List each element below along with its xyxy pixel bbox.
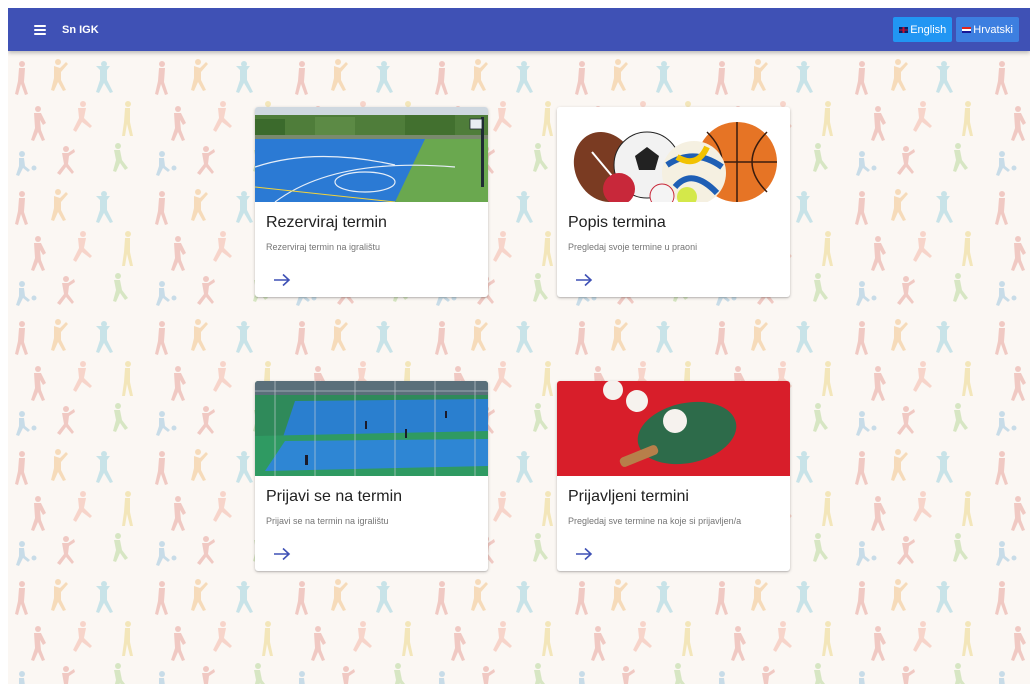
uk-flag-icon bbox=[899, 26, 909, 33]
arrow-right-icon[interactable] bbox=[575, 273, 593, 287]
language-button-croatian[interactable]: Hrvatski bbox=[956, 17, 1019, 42]
app-title: Sn IGK bbox=[62, 23, 99, 36]
arrow-right-icon[interactable] bbox=[575, 547, 593, 561]
app-bar: Sn IGK English Hrvatski bbox=[8, 8, 1030, 51]
hamburger-menu-icon[interactable] bbox=[34, 23, 52, 37]
card-title: Prijavi se na termin bbox=[266, 488, 403, 505]
card-subtitle: Rezerviraj termin na igralištu bbox=[266, 242, 381, 252]
card-subtitle: Prijavi se na termin na igralištu bbox=[266, 516, 389, 526]
language-button-english[interactable]: English bbox=[893, 17, 953, 42]
fenced-sports-court-image bbox=[255, 381, 488, 476]
card-slot-list[interactable]: Popis termina Pregledaj svoje termine u … bbox=[557, 107, 790, 297]
arrow-right-icon[interactable] bbox=[273, 273, 291, 287]
arrow-right-icon[interactable] bbox=[273, 547, 291, 561]
card-subtitle: Pregledaj svoje termine u praoni bbox=[568, 242, 698, 252]
card-title: Rezerviraj termin bbox=[266, 214, 387, 231]
sports-silhouette-background bbox=[8, 8, 1030, 684]
language-switcher: English Hrvatski bbox=[893, 17, 1019, 42]
sports-balls-image bbox=[557, 107, 790, 202]
language-label: Hrvatski bbox=[973, 23, 1013, 36]
app-frame: Sn IGK English Hrvatski Rezerviraj termi… bbox=[8, 8, 1030, 684]
card-title: Popis termina bbox=[568, 214, 666, 231]
card-sign-up-slot[interactable]: Prijavi se na termin Prijavi se na termi… bbox=[255, 381, 488, 571]
croatia-flag-icon bbox=[962, 26, 972, 33]
table-tennis-paddle-image bbox=[557, 381, 790, 476]
outdoor-basketball-court-image bbox=[255, 107, 488, 202]
language-label: English bbox=[910, 23, 947, 36]
card-subtitle: Pregledaj sve termine na koje si prijavl… bbox=[568, 516, 742, 526]
card-title: Prijavljeni termini bbox=[568, 488, 689, 505]
card-reserve-slot[interactable]: Rezerviraj termin Rezerviraj termin na i… bbox=[255, 107, 488, 297]
card-registered-slots[interactable]: Prijavljeni termini Pregledaj sve termin… bbox=[557, 381, 790, 571]
